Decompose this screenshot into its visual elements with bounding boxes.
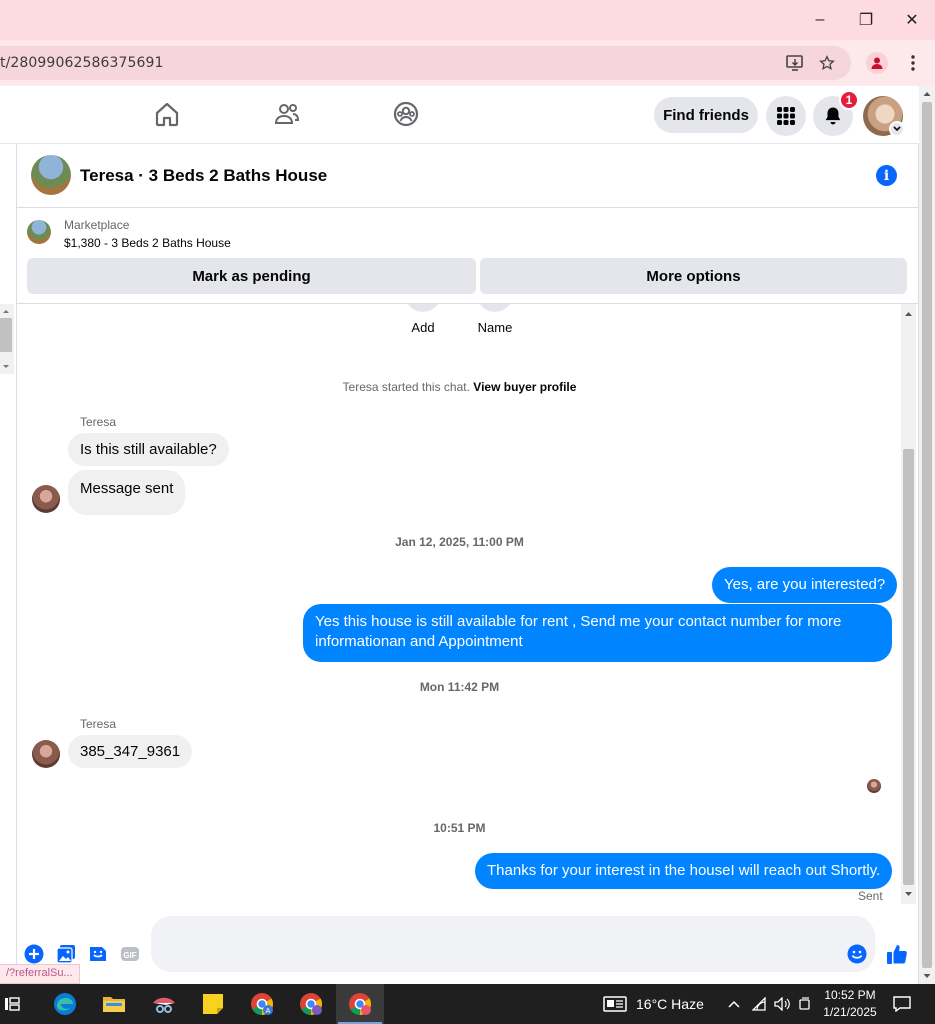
browser-title-bar: – ❐ ✕ xyxy=(0,0,935,40)
home-icon[interactable] xyxy=(153,100,181,128)
restore-button[interactable]: ❐ xyxy=(843,0,889,40)
bell-icon xyxy=(825,107,841,125)
weather-news-icon[interactable] xyxy=(598,984,632,1024)
message-status: Sent xyxy=(858,889,883,903)
info-icon[interactable]: i xyxy=(876,165,897,186)
thread-scrollbar[interactable] xyxy=(901,304,916,904)
svg-text:GIF: GIF xyxy=(123,951,136,960)
listing-summary[interactable]: $1,380 - 3 Beds 2 Baths House xyxy=(64,236,231,250)
wifi-icon[interactable] xyxy=(748,984,772,1024)
view-buyer-profile-link[interactable]: View buyer profile xyxy=(473,380,576,394)
seen-receipt-avatar xyxy=(867,779,881,793)
url-text[interactable]: t/28099062586375691 xyxy=(0,55,164,71)
meet-now-icon[interactable] xyxy=(793,984,817,1024)
groups-icon[interactable] xyxy=(392,100,420,128)
sticky-notes-icon[interactable] xyxy=(189,984,237,1024)
message-input[interactable] xyxy=(151,916,875,972)
sender-name: Teresa xyxy=(80,717,117,731)
address-bar[interactable]: t/28099062586375691 xyxy=(0,46,851,80)
plus-icon[interactable] xyxy=(24,944,44,964)
file-explorer-icon[interactable] xyxy=(90,984,138,1024)
add-action-icon[interactable] xyxy=(405,304,441,312)
incoming-message[interactable]: Message sent xyxy=(68,470,186,515)
address-row: t/28099062586375691 xyxy=(0,40,935,86)
menu-apps-button[interactable] xyxy=(766,96,806,136)
more-options-button[interactable]: More options xyxy=(480,258,907,294)
page-scrollbar[interactable] xyxy=(919,86,935,984)
outgoing-message[interactable]: Thanks for your interest in the houseI w… xyxy=(475,853,893,889)
incoming-message[interactable]: 385_347_9361 xyxy=(68,735,193,768)
browser-profile-icon[interactable] xyxy=(866,52,888,74)
chat-title[interactable]: Teresa · 3 Beds 2 Baths House xyxy=(80,166,327,186)
gif-icon[interactable]: GIF xyxy=(120,944,140,964)
add-action-label[interactable]: Add xyxy=(393,320,453,335)
timestamp: 10:51 PM xyxy=(433,821,486,835)
minimize-button[interactable]: – xyxy=(797,0,843,40)
chat-header: Teresa · 3 Beds 2 Baths House i xyxy=(17,144,918,208)
notification-center-icon[interactable] xyxy=(888,984,916,1024)
timestamp: Jan 12, 2025, 11:00 PM xyxy=(395,535,524,549)
like-thumb-icon[interactable] xyxy=(885,942,909,966)
message-composer: GIF xyxy=(17,904,918,984)
browser-menu-icon[interactable] xyxy=(904,52,922,74)
task-view-icon[interactable] xyxy=(0,984,34,1024)
listing-thumbnail[interactable] xyxy=(27,220,51,244)
windows-taskbar: A 16°C Haze 10:52 PM 1/21/2025 xyxy=(0,984,935,1024)
notification-badge: 1 xyxy=(839,90,859,110)
outgoing-message[interactable]: Yes, are you interested? xyxy=(712,567,898,603)
svg-text:A: A xyxy=(266,1008,271,1015)
message-thread: Add Name Teresa started this chat. View … xyxy=(17,304,918,904)
facebook-top-nav: Find friends 1 xyxy=(0,86,920,144)
listing-avatar[interactable] xyxy=(31,155,71,195)
listing-card: Marketplace $1,380 - 3 Beds 2 Baths Hous… xyxy=(17,208,918,304)
find-friends-button[interactable]: Find friends xyxy=(654,97,758,133)
sticker-icon[interactable] xyxy=(88,944,108,964)
clock-date[interactable]: 1/21/2025 xyxy=(818,1005,882,1019)
name-action-label[interactable]: Name xyxy=(465,320,525,335)
edge-browser-icon[interactable] xyxy=(41,984,89,1024)
link-status-tooltip: /?referralSu... xyxy=(0,964,80,984)
apps-grid-icon xyxy=(777,107,795,125)
sender-name: Teresa xyxy=(80,415,117,429)
incoming-message[interactable]: Is this still available? xyxy=(68,433,229,466)
bookmark-star-icon[interactable] xyxy=(817,53,837,73)
show-hidden-icons-icon[interactable] xyxy=(722,984,746,1024)
install-app-icon[interactable] xyxy=(785,53,805,73)
chrome-active-icon[interactable] xyxy=(336,984,384,1024)
thread-scrollbar-thumb[interactable] xyxy=(903,449,914,885)
marketplace-chat-panel: Teresa · 3 Beds 2 Baths House i Marketpl… xyxy=(16,144,919,984)
left-scrollbar-thumb[interactable] xyxy=(0,318,12,352)
photo-icon[interactable] xyxy=(56,944,76,964)
chevron-down-icon[interactable] xyxy=(889,121,905,137)
emoji-icon[interactable] xyxy=(847,944,867,964)
page-scrollbar-thumb[interactable] xyxy=(922,102,932,968)
outgoing-message[interactable]: Yes this house is still available for re… xyxy=(303,604,892,662)
chat-start-text: Teresa started this chat. xyxy=(342,380,470,394)
timestamp: Mon 11:42 PM xyxy=(419,680,500,694)
chrome-icon[interactable]: A xyxy=(238,984,286,1024)
name-action-icon[interactable] xyxy=(477,304,513,312)
chat-start-note: Teresa started this chat. View buyer pro… xyxy=(17,380,902,394)
volume-icon[interactable] xyxy=(770,984,794,1024)
left-scrollbar[interactable] xyxy=(0,304,14,374)
weather-text[interactable]: 16°C Haze xyxy=(636,996,704,1012)
teresa-avatar[interactable] xyxy=(32,740,60,768)
snipping-tool-icon[interactable] xyxy=(140,984,188,1024)
close-window-button[interactable]: ✕ xyxy=(889,0,935,40)
chrome-profile-icon[interactable] xyxy=(287,984,335,1024)
clock-time[interactable]: 10:52 PM xyxy=(818,988,882,1002)
friends-icon[interactable] xyxy=(273,100,301,128)
listing-kicker: Marketplace xyxy=(64,218,130,232)
mark-as-pending-button[interactable]: Mark as pending xyxy=(27,258,476,294)
teresa-avatar[interactable] xyxy=(32,485,60,513)
